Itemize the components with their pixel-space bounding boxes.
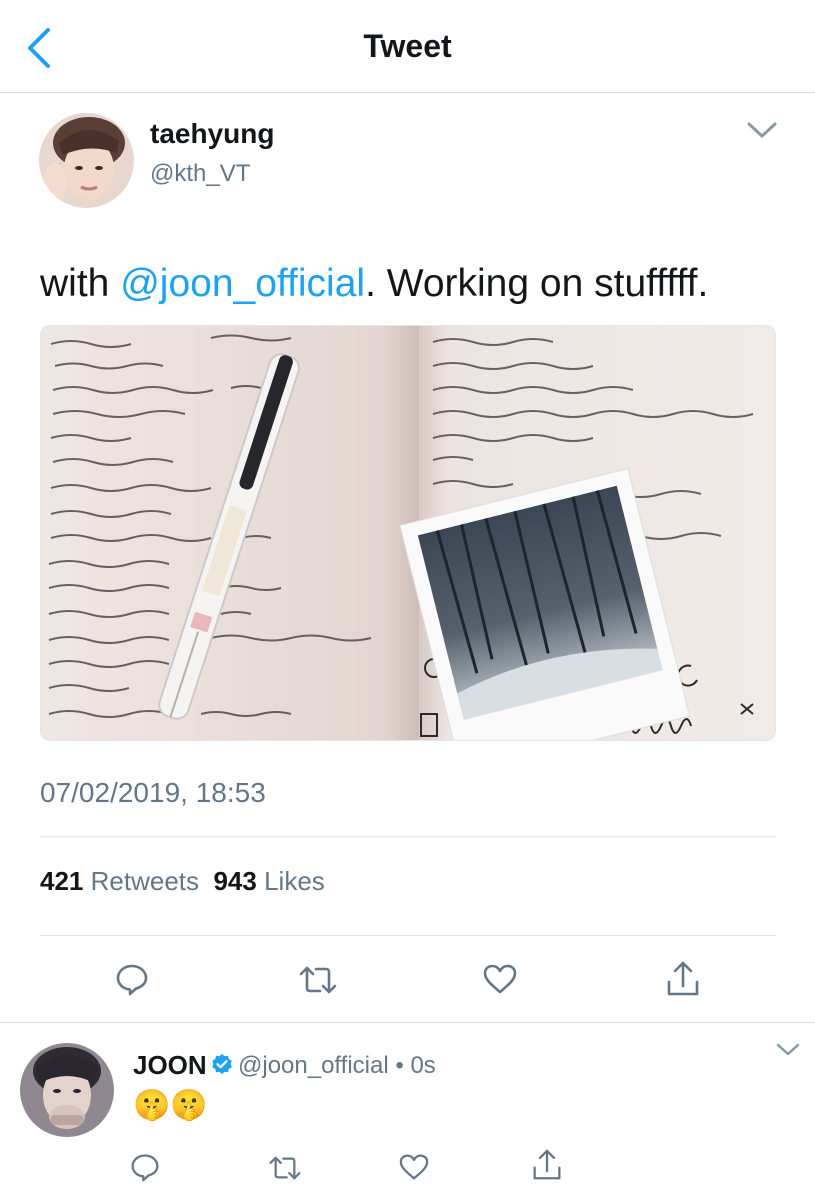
- heart-icon: [399, 1154, 429, 1180]
- reply-button[interactable]: [115, 962, 149, 1001]
- speech-bubble-icon: [131, 1154, 159, 1182]
- retweet-icon: [269, 1156, 301, 1180]
- tweet-timestamp: 07/02/2019, 18:53: [40, 777, 266, 808]
- page-title: Tweet: [363, 28, 452, 64]
- retweet-button[interactable]: [298, 964, 338, 1001]
- avatar[interactable]: [39, 113, 134, 208]
- reply-text: 🤫🤫: [133, 1089, 208, 1122]
- reply-like-button[interactable]: [398, 1153, 430, 1186]
- reply-retweet-button[interactable]: [268, 1154, 302, 1187]
- heart-icon: [483, 964, 517, 994]
- divider: [40, 935, 776, 936]
- tweet-media-image[interactable]: [40, 325, 776, 741]
- reply-avatar-photo: [20, 1043, 114, 1137]
- likes-stat[interactable]: 943 Likes: [213, 866, 324, 896]
- meta-separator: •: [395, 1052, 404, 1079]
- chevron-down-icon: [776, 1043, 800, 1056]
- likes-count: 943: [213, 866, 257, 896]
- retweets-count: 421: [40, 866, 84, 896]
- speech-bubble-icon: [116, 964, 148, 996]
- tweet-options-button[interactable]: [746, 120, 778, 140]
- reply-reply-button[interactable]: [130, 1152, 160, 1187]
- share-icon: [533, 1149, 561, 1180]
- retweets-label: Retweets: [90, 866, 200, 896]
- reply-options-button[interactable]: [775, 1042, 801, 1058]
- tweet-text: with @joon_official. Working on stufffff…: [40, 262, 708, 306]
- mention-link[interactable]: @joon_official: [120, 262, 365, 305]
- reply-meta: @joon_official • 0s: [238, 1052, 436, 1080]
- share-button[interactable]: [666, 960, 700, 1003]
- reply-share-button[interactable]: [532, 1148, 562, 1187]
- reply-time: 0s: [410, 1052, 436, 1079]
- likes-label: Likes: [264, 866, 325, 896]
- tweet-stats: 421 Retweets 943 Likes: [40, 866, 325, 897]
- tweet-text-prefix: with: [40, 262, 121, 305]
- divider: [40, 836, 776, 837]
- notebook-photo: [41, 326, 775, 740]
- retweets-stat[interactable]: 421 Retweets: [40, 866, 199, 896]
- section-divider: [0, 1022, 815, 1023]
- chevron-down-icon: [747, 122, 777, 138]
- retweet-icon: [299, 966, 337, 994]
- tweet-text-suffix: . Working on stufffff.: [365, 262, 709, 305]
- reply-author-name[interactable]: JOON: [133, 1050, 207, 1081]
- reply-avatar[interactable]: [20, 1043, 114, 1137]
- author-name[interactable]: taehyung: [150, 118, 274, 150]
- avatar-photo: [39, 113, 134, 208]
- share-icon: [667, 961, 699, 996]
- like-button[interactable]: [482, 963, 518, 1000]
- verified-badge-icon: [210, 1053, 234, 1082]
- reply-author-handle[interactable]: @joon_official: [238, 1052, 389, 1079]
- author-handle[interactable]: @kth_VT: [150, 160, 250, 188]
